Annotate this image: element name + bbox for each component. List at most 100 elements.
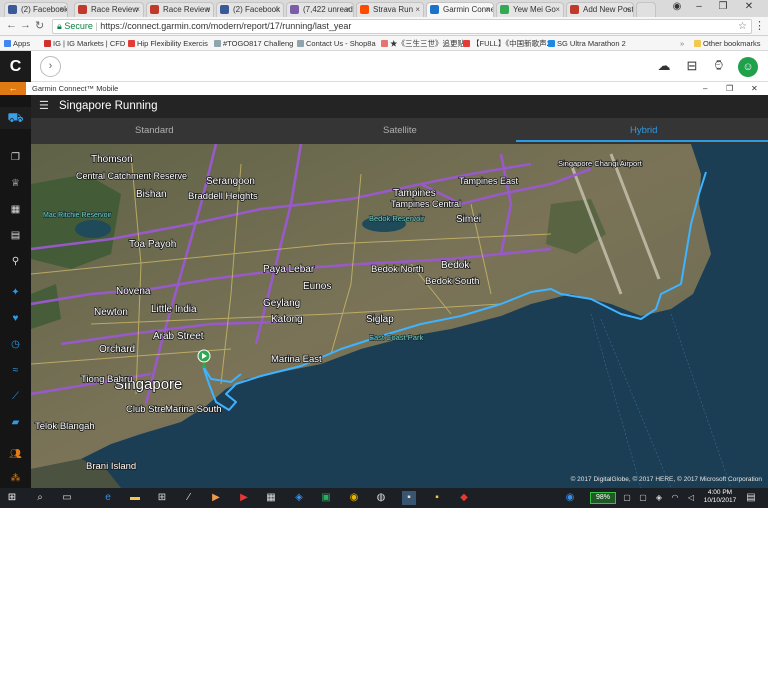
network-icon[interactable]: ◠ — [668, 491, 682, 505]
close-tab-icon[interactable]: × — [205, 3, 210, 16]
upload-cloud-icon[interactable]: ☁ — [655, 57, 673, 75]
sidebar-item-location[interactable]: ⚲ — [0, 254, 31, 270]
expand-nav-button[interactable]: › — [40, 56, 61, 77]
close-tab-icon[interactable]: × — [275, 3, 280, 16]
browser-tab[interactable]: Add New Post × — [566, 2, 634, 17]
map-canvas[interactable]: Thomson Central Catchment Reserve Bishan… — [31, 144, 768, 488]
browser-tab[interactable]: Yew Mei Go × — [496, 2, 564, 17]
close-tab-icon[interactable]: × — [345, 3, 350, 16]
bookmark-item[interactable]: 【FULL】《中国新歌声2 — [463, 36, 551, 51]
sidebar-item-connections[interactable]: 👥︎ — [0, 447, 31, 463]
volume-icon[interactable]: ◁ — [684, 491, 698, 505]
minimize-icon[interactable]: – — [690, 1, 708, 12]
dropbox-icon[interactable]: ◈ — [292, 491, 306, 505]
sidebar-item-groups[interactable]: ⁂ — [0, 471, 31, 487]
edge-browser-icon[interactable]: e — [101, 491, 115, 505]
garmin-connect-logo-icon[interactable]: C — [0, 51, 31, 82]
bookmark-apps[interactable]: Apps — [4, 36, 30, 51]
more-bookmarks-icon[interactable]: » — [680, 36, 684, 51]
close-tab-icon[interactable]: × — [485, 3, 490, 16]
minimize-icon[interactable]: – — [703, 82, 707, 95]
file-explorer-icon[interactable]: ▬ — [128, 491, 142, 505]
close-tab-icon[interactable]: × — [625, 3, 630, 16]
sidebar-item-timer[interactable]: ◷ — [0, 337, 31, 353]
windows-start-icon[interactable]: ⊞ — [5, 491, 19, 505]
new-tab-button[interactable] — [636, 2, 656, 17]
tab-hybrid[interactable]: Hybrid — [630, 125, 657, 136]
map-label: Bishan — [136, 189, 167, 200]
bookmark-item[interactable]: SG Ultra Marathon 2 — [548, 36, 626, 51]
back-arrow-icon[interactable]: ← — [6, 19, 17, 31]
sticky-notes-icon[interactable]: ▪ — [430, 491, 444, 505]
browser-tab-active[interactable]: Garmin Connect× — [426, 2, 494, 17]
url-input[interactable]: 🔒︎ Secure | https://connect.garmin.com/m… — [52, 19, 752, 34]
bookmark-item[interactable]: Contact Us - Shop8a — [297, 36, 376, 51]
forward-arrow-icon[interactable]: → — [20, 19, 31, 31]
map-label: Geylang — [263, 298, 300, 309]
site-icon — [78, 5, 87, 14]
app-icon[interactable]: ◍ — [374, 491, 388, 505]
sidebar-item-devices[interactable]: ⛟ — [0, 107, 31, 129]
bookmark-item[interactable]: IG | IG Markets | CFD — [44, 36, 125, 51]
sidebar-item-health[interactable]: ♥ — [0, 311, 31, 327]
close-tab-icon[interactable]: × — [555, 3, 560, 16]
restore-icon[interactable]: ❐ — [726, 82, 733, 95]
close-window-icon[interactable]: ✕ — [740, 1, 758, 12]
sidebar-item-gear[interactable]: ▰ — [0, 415, 31, 431]
restore-icon[interactable]: ❐ — [714, 1, 732, 12]
map-label: Simei — [456, 214, 481, 225]
bookmark-item[interactable]: ★《三生三世》追更贴 — [381, 36, 465, 51]
youtube-icon[interactable]: ▶ — [237, 491, 251, 505]
device-watch-icon[interactable]: ⌚︎ — [710, 57, 728, 75]
system-clock[interactable]: 4:00 PM 10/10/2017 — [700, 489, 740, 505]
tray-icon[interactable]: ▢ — [636, 491, 650, 505]
browser-tab[interactable]: Race Review × — [74, 2, 144, 17]
browser-tab[interactable]: (7,422 unread) × — [286, 2, 354, 17]
close-tab-icon[interactable]: × — [415, 3, 420, 16]
store-icon[interactable]: ⊞ — [155, 491, 169, 505]
sidebar-item-reports[interactable]: ⟋ — [0, 389, 31, 405]
sidebar-item-activities[interactable]: ✦ — [0, 285, 31, 301]
sidebar-item-snapshots[interactable]: ❐ — [0, 150, 31, 166]
garmin-app-icon[interactable]: ▪ — [402, 491, 416, 505]
sidebar-item-news[interactable]: ▤ — [0, 228, 31, 244]
reload-icon[interactable]: ↻ — [35, 19, 44, 32]
sidebar-item-calendar[interactable]: ▦ — [0, 202, 31, 218]
avatar[interactable]: ☺ — [738, 57, 758, 77]
hamburger-menu-icon[interactable]: ☰ — [39, 99, 49, 112]
media-player-icon[interactable]: ▶ — [209, 491, 223, 505]
notification-app-icon[interactable]: ◉ — [563, 491, 577, 505]
bookmark-star-icon[interactable]: ☆ — [738, 20, 747, 33]
sidebar-item-training[interactable]: ≈ — [0, 363, 31, 379]
bookmark-item[interactable]: Hip Flexibility Exercis — [128, 36, 208, 51]
chrome-icon[interactable]: ◉ — [347, 491, 361, 505]
tab-satellite[interactable]: Satellite — [383, 125, 417, 136]
route-map[interactable]: Thomson Central Catchment Reserve Bishan… — [31, 144, 768, 488]
dropbox-tray-icon[interactable]: ◈ — [652, 491, 666, 505]
back-arrow-icon[interactable]: ← — [0, 82, 26, 95]
calculator-icon[interactable]: ▦ — [264, 491, 278, 505]
other-bookmarks[interactable]: Other bookmarks — [694, 36, 761, 51]
chrome-menu-icon[interactable]: ⋮ — [754, 19, 765, 32]
running-person-icon: ✦ — [11, 287, 20, 298]
search-icon[interactable]: ⌕ — [33, 491, 47, 505]
tab-standard[interactable]: Standard — [135, 125, 174, 136]
photos-icon[interactable]: ▣ — [319, 491, 333, 505]
profile-icon[interactable]: ◉ — [668, 1, 686, 12]
bookmark-item[interactable]: #TOGO817 Challeng — [214, 36, 293, 51]
tray-icon[interactable]: ▢ — [620, 491, 634, 505]
notepad-icon[interactable]: ⁄ — [182, 491, 196, 505]
action-center-icon[interactable]: ▤ — [744, 491, 758, 505]
browser-tab[interactable]: Strava Run × — [356, 2, 424, 17]
close-tab-icon[interactable]: × — [135, 3, 140, 16]
close-tab-icon[interactable]: × — [59, 3, 64, 16]
close-window-icon[interactable]: ✕ — [751, 82, 758, 95]
antivirus-icon[interactable]: ◆ — [457, 491, 471, 505]
task-view-icon[interactable]: ▭ — [60, 491, 74, 505]
inbox-icon[interactable]: ⊟ — [683, 57, 701, 75]
battery-status[interactable]: 98% — [590, 492, 616, 504]
browser-tab[interactable]: (2) Facebook × — [216, 2, 284, 17]
browser-tab[interactable]: Race Review × — [146, 2, 214, 17]
browser-tab[interactable]: (2) Facebook × — [4, 2, 68, 17]
sidebar-item-insights[interactable]: ♕ — [0, 176, 31, 192]
